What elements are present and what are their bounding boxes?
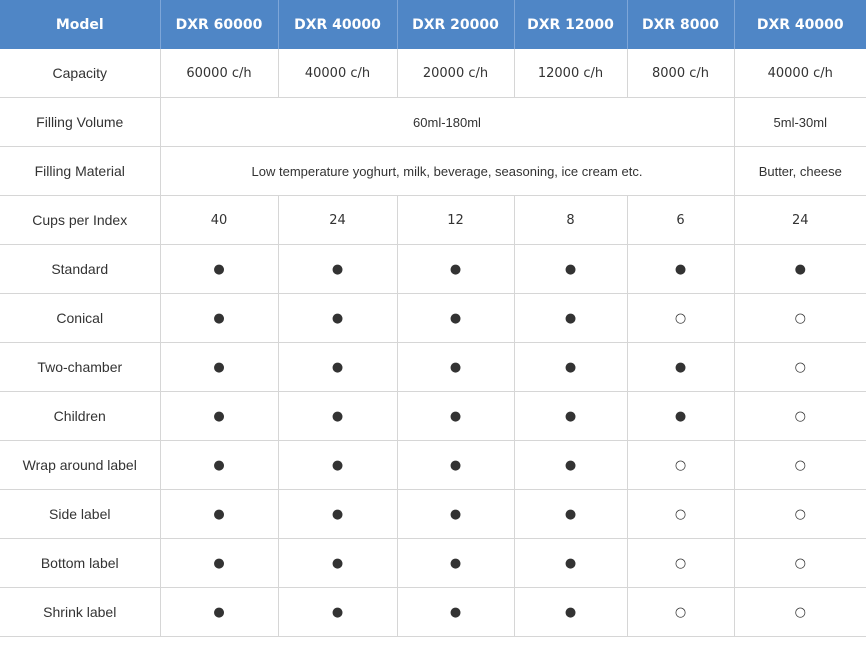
table-cell: ● <box>277 538 398 588</box>
table-cell: ● <box>396 293 515 343</box>
symbol-rows: Standard ● ● ● ● ● ● Conical ● ● ● ● ○ ○ Two-chamber ● ●… <box>0 244 866 637</box>
header-cell-model-3: DXR 20000 <box>397 0 515 49</box>
table-cell: ● <box>626 342 735 392</box>
filling-material-row: Filling Material Low temperature yoghurt… <box>0 146 866 196</box>
table-row: Two-chamber ● ● ● ● ● ○ <box>0 342 866 392</box>
header-row: Model DXR 60000 DXR 40000 DXR 20000 DXR … <box>0 0 866 49</box>
row-label: Filling Material <box>0 146 161 196</box>
row-label: Cups per Index <box>0 195 161 245</box>
table-cell: 24 <box>277 195 398 245</box>
table-cell: 5ml-30ml <box>733 97 866 147</box>
table-cell: ● <box>277 489 398 539</box>
header-cell-model-6: DXR 40000 <box>734 0 866 49</box>
table-cell: ● <box>159 440 279 490</box>
row-label: Children <box>0 391 161 441</box>
table-cell: 12 <box>396 195 515 245</box>
merged-cell: 60ml-180ml <box>159 97 735 147</box>
table-cell: ○ <box>626 293 735 343</box>
table-cell: ● <box>277 440 398 490</box>
header-cell-model-5: DXR 8000 <box>627 0 735 49</box>
table-cell: ● <box>159 244 279 294</box>
row-label: Conical <box>0 293 161 343</box>
table-cell: 12000 c/h <box>513 49 628 98</box>
table-cell: 60000 c/h <box>159 49 279 98</box>
table-cell: ● <box>277 342 398 392</box>
table-cell: ● <box>396 489 515 539</box>
table-cell: ● <box>396 440 515 490</box>
table-cell: 8000 c/h <box>626 49 735 98</box>
table-cell: 8 <box>513 195 628 245</box>
table-cell: ● <box>396 538 515 588</box>
table-row: Children ● ● ● ● ● ○ <box>0 391 866 441</box>
table-cell: ● <box>626 391 735 441</box>
table-row: Shrink label ● ● ● ● ○ ○ <box>0 587 866 637</box>
table-cell: ● <box>159 342 279 392</box>
table-cell: ● <box>396 342 515 392</box>
table-cell: ● <box>277 244 398 294</box>
row-label: Shrink label <box>0 587 161 637</box>
table-cell: ○ <box>733 538 866 588</box>
row-label: Filling Volume <box>0 97 161 147</box>
merged-cell: Low temperature yoghurt, milk, beverage,… <box>159 146 735 196</box>
capacity-row: Capacity 60000 c/h 40000 c/h 20000 c/h 1… <box>0 49 866 98</box>
table-row: Standard ● ● ● ● ● ● <box>0 244 866 294</box>
table-cell: 40000 c/h <box>733 49 866 98</box>
table-row: Wrap around label ● ● ● ● ○ ○ <box>0 440 866 490</box>
row-label: Wrap around label <box>0 440 161 490</box>
table-cell: ● <box>513 244 628 294</box>
table-cell: Butter, cheese <box>733 146 866 196</box>
table-cell: ○ <box>626 440 735 490</box>
table-cell: ● <box>159 489 279 539</box>
row-label: Standard <box>0 244 161 294</box>
filling-volume-row: Filling Volume 60ml-180ml 5ml-30ml <box>0 97 866 147</box>
table-cell: ● <box>513 440 628 490</box>
header-cell-model: Model <box>0 0 161 49</box>
table-cell: ● <box>513 587 628 637</box>
table-cell: 6 <box>626 195 735 245</box>
table-cell: ○ <box>733 293 866 343</box>
table-cell: ● <box>513 391 628 441</box>
table-cell: 40000 c/h <box>277 49 398 98</box>
table-cell: ○ <box>733 342 866 392</box>
row-label: Side label <box>0 489 161 539</box>
table-cell: ○ <box>733 587 866 637</box>
table-cell: ● <box>159 293 279 343</box>
table-row: Conical ● ● ● ● ○ ○ <box>0 293 866 343</box>
table-cell: ● <box>513 342 628 392</box>
table-cell: ○ <box>626 587 735 637</box>
table-cell: ● <box>277 293 398 343</box>
table-cell: ○ <box>733 391 866 441</box>
header-cell-model-1: DXR 60000 <box>160 0 279 49</box>
row-label: Bottom label <box>0 538 161 588</box>
table-cell: ● <box>513 489 628 539</box>
table-cell: ● <box>277 391 398 441</box>
table-cell: ○ <box>626 489 735 539</box>
table-cell: ● <box>159 538 279 588</box>
table-cell: ● <box>733 244 866 294</box>
header-cell-model-2: DXR 40000 <box>278 0 398 49</box>
row-label: Capacity <box>0 49 161 98</box>
spec-table: Model DXR 60000 DXR 40000 DXR 20000 DXR … <box>0 0 866 637</box>
table-cell: 24 <box>733 195 866 245</box>
header-cell-model-4: DXR 12000 <box>514 0 628 49</box>
table-cell: 40 <box>159 195 279 245</box>
table-cell: ● <box>513 293 628 343</box>
table-cell: ○ <box>733 489 866 539</box>
table-row: Bottom label ● ● ● ● ○ ○ <box>0 538 866 588</box>
table-cell: ○ <box>626 538 735 588</box>
table-cell: 20000 c/h <box>396 49 515 98</box>
cups-per-index-row: Cups per Index 40 24 12 8 6 24 <box>0 195 866 245</box>
table-cell: ● <box>626 244 735 294</box>
table-cell: ● <box>513 538 628 588</box>
table-cell: ● <box>396 587 515 637</box>
table-cell: ● <box>159 587 279 637</box>
table-row: Side label ● ● ● ● ○ ○ <box>0 489 866 539</box>
table-cell: ● <box>396 244 515 294</box>
table-cell: ● <box>277 587 398 637</box>
table-cell: ○ <box>733 440 866 490</box>
row-label: Two-chamber <box>0 342 161 392</box>
table-cell: ● <box>396 391 515 441</box>
table-cell: ● <box>159 391 279 441</box>
